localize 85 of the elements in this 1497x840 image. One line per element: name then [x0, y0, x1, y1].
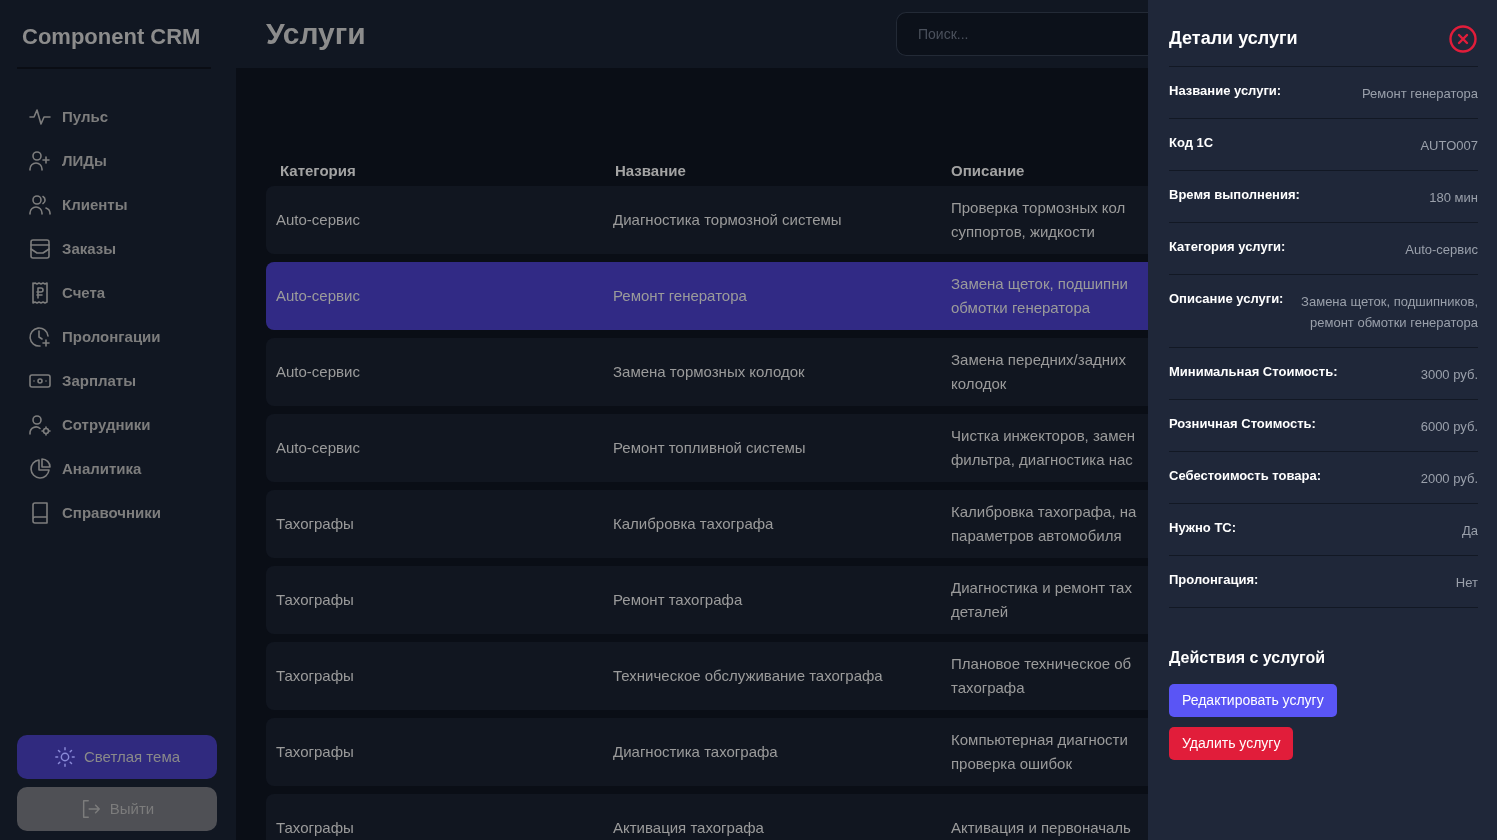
table-row[interactable]: Auto-сервис Ремонт генератора Замена щеток, подшипни обмотки генератора	[266, 262, 1148, 330]
pie-chart-icon	[28, 457, 52, 481]
table-row[interactable]: Тахографы Техническое обслуживание тахографа Плановое техническое об тахографа	[266, 642, 1148, 710]
sidebar-nav-item[interactable]: Клиенты	[17, 183, 219, 227]
edit-button[interactable]: Редактировать услугу	[1169, 684, 1337, 717]
table-cell-text: Auto-сервис	[276, 285, 361, 306]
sidebar-nav-item[interactable]: Заказы	[17, 227, 219, 271]
app-logo: Component CRM	[17, 0, 211, 69]
search-field[interactable]: Поиск...	[896, 12, 1148, 56]
field-value: AUTO007	[1420, 137, 1478, 155]
field-value: Auto-сервис	[1405, 241, 1478, 259]
table-cell-text: Диагностика и ремонт тах деталей	[951, 578, 1133, 622]
table-cell-text: Тахографы	[276, 513, 355, 534]
inbox-icon	[28, 237, 52, 261]
table-row[interactable]: Auto-сервис Ремонт топливной системы Чистка инжекторов, замен фильтра, диагностика нас	[266, 414, 1148, 482]
field-label: Себестоимость товара:	[1169, 467, 1321, 485]
table-cell-text: Плановое техническое об тахографа	[951, 654, 1133, 698]
table-cell-text: Тахографы	[276, 741, 355, 762]
sidebar-nav-item[interactable]: Пролонгации	[17, 315, 219, 359]
field-value: 180 мин	[1429, 189, 1478, 207]
sidebar-nav-item[interactable]: Счета	[17, 271, 219, 315]
field-value: Нет	[1455, 574, 1478, 592]
sun-icon	[53, 746, 76, 768]
table-cell-text: Тахографы	[276, 589, 355, 610]
table-cell-text: Auto-сервис	[276, 209, 361, 230]
table-row[interactable]: Тахографы Калибровка тахографа Калибровка тахографа, на параметров автомобиля	[266, 490, 1148, 558]
clock-plus-icon	[28, 325, 52, 349]
table-row[interactable]: Тахографы Активация тахографа Активация и первоначаль	[266, 794, 1148, 840]
table-cell-text: Тахографы	[276, 665, 355, 686]
section-title: Действия с услугой	[1169, 648, 1327, 668]
table-row[interactable]: Тахографы Диагностика тахографа Компьютерная диагности проверка ошибок	[266, 718, 1148, 786]
sidebar-nav-item[interactable]: Сотрудники	[17, 403, 219, 447]
table-cell-text: Чистка инжекторов, замен фильтра, диагностика нас	[951, 426, 1137, 470]
user-gear-icon	[28, 413, 52, 437]
delete-button[interactable]: Удалить услугу	[1169, 727, 1294, 760]
sidebar-nav-item[interactable]: Пульс	[17, 95, 219, 139]
sidebar-nav-item[interactable]: Справочники	[17, 491, 219, 535]
table-cell-text: Тахографы	[276, 817, 355, 838]
table-cell-text: Калибровка тахографа	[613, 513, 775, 534]
field-label: Время выполнения:	[1169, 186, 1300, 204]
sidebar-nav-item[interactable]: ЛИДы	[17, 139, 219, 183]
field-value: Ремонт генератора	[1362, 85, 1478, 103]
user-plus-icon	[28, 149, 52, 173]
table-row[interactable]: Auto-сервис Диагностика тормозной системы Проверка тормозных кол суппортов, жидкости	[266, 186, 1148, 254]
table-cell-text: Техническое обслуживание тахографа	[613, 665, 884, 686]
column-header: Название	[615, 160, 687, 181]
table-cell-text: Диагностика тахографа	[613, 741, 779, 762]
table-cell-text: Диагностика тормозной системы	[613, 209, 843, 230]
field-value: Замена щеток, подшипников, ремонт обмотки генератора	[1300, 293, 1478, 332]
field-label: Розничная Стоимость:	[1169, 415, 1316, 433]
table-cell-text: Auto-сервис	[276, 437, 361, 458]
sidebar-nav-item[interactable]: Аналитика	[17, 447, 219, 491]
field-label: Название услуги:	[1169, 82, 1282, 100]
users-icon	[28, 193, 52, 217]
field-label: Минимальная Стоимость:	[1169, 363, 1338, 381]
table-cell-text: Ремонт тахографа	[613, 589, 744, 610]
table-row[interactable]: Auto-сервис Замена тормозных колодок Замена передних/задних колодок	[266, 338, 1148, 406]
table-cell-text: Компьютерная диагности проверка ошибок	[951, 730, 1129, 774]
table-cell-text: Замена тормозных колодок	[613, 361, 806, 382]
table-cell-text: Замена передних/задних колодок	[951, 350, 1127, 394]
field-label: Код 1С	[1169, 134, 1214, 152]
table-cell-text: Активация тахографа	[613, 817, 765, 838]
field-label: Пролонгация:	[1169, 571, 1259, 589]
field-label: Описание услуги:	[1169, 290, 1284, 308]
table-cell-text: Ремонт генератора	[613, 285, 748, 306]
table-cell-text: Ремонт топливной системы	[613, 437, 807, 458]
page-title: Услуги	[266, 16, 367, 52]
field-value: 3000 руб.	[1420, 366, 1478, 384]
table-cell-text: Калибровка тахографа, на параметров автомобиля	[951, 502, 1138, 546]
panel-title: Детали услуги	[1169, 27, 1298, 50]
column-header: Описание	[951, 160, 1026, 181]
table-cell-text: Замена щеток, подшипни обмотки генератора	[951, 274, 1129, 318]
theme-toggle-button[interactable]: Светлая тема	[17, 735, 217, 779]
column-header: Категория	[280, 160, 357, 181]
sidebar-nav-item[interactable]: Зарплаты	[17, 359, 219, 403]
table-cell-text: Auto-сервис	[276, 361, 361, 382]
field-label: Нужно ТС:	[1169, 519, 1237, 537]
table-row[interactable]: Тахографы Ремонт тахографа Диагностика и ремонт тах деталей	[266, 566, 1148, 634]
field-value: Да	[1461, 522, 1478, 540]
field-value: 6000 руб.	[1420, 418, 1478, 436]
field-label: Категория услуги:	[1169, 238, 1286, 256]
table-cell-text: Проверка тормозных кол суппортов, жидкости	[951, 198, 1127, 242]
field-value: 2000 руб.	[1420, 470, 1478, 488]
close-button[interactable]	[1448, 23, 1478, 54]
table-cell-text: Активация и первоначаль	[951, 818, 1132, 838]
